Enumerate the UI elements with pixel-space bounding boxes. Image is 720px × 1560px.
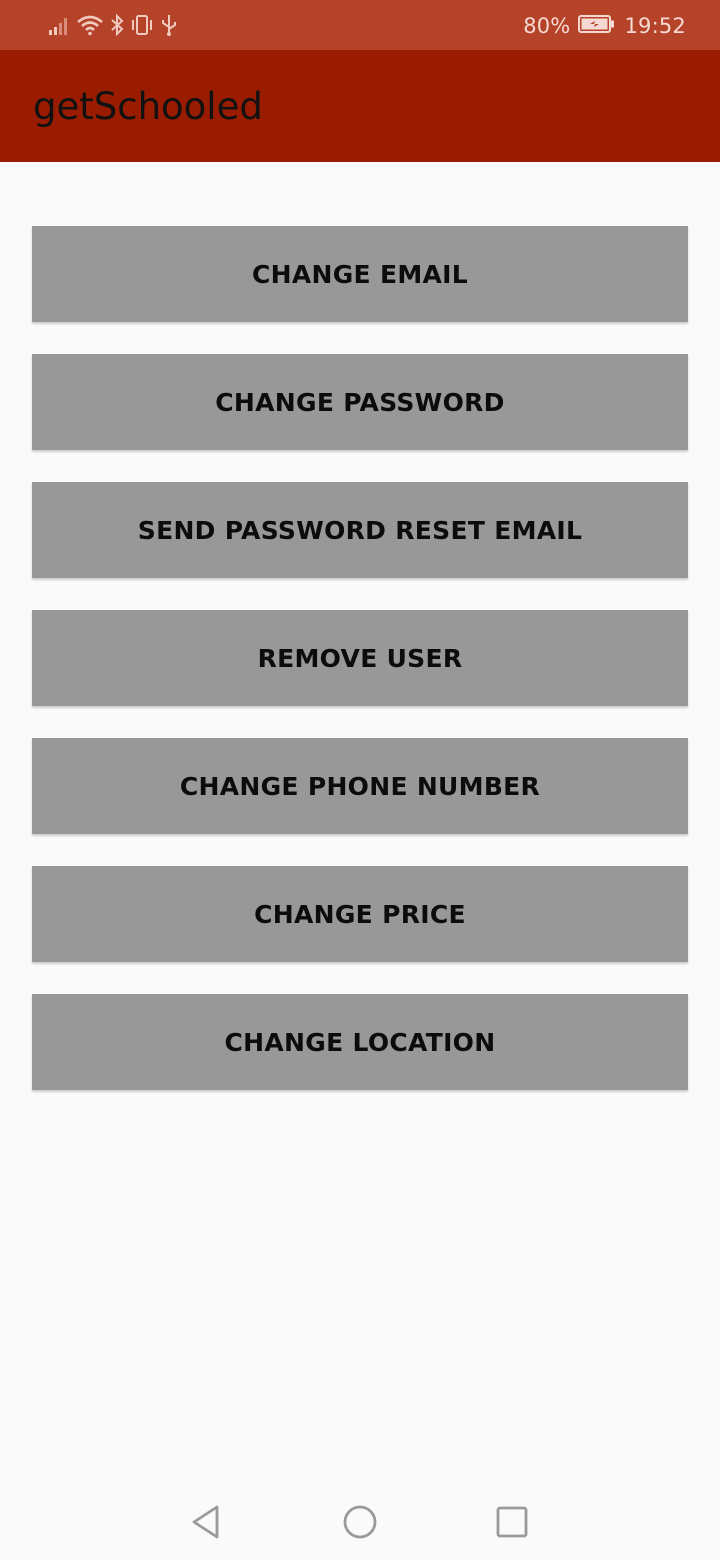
vibrate-icon bbox=[130, 13, 154, 37]
send-password-reset-email-label: SEND PASSWORD RESET EMAIL bbox=[137, 515, 583, 545]
change-password-label: CHANGE PASSWORD bbox=[215, 387, 505, 417]
remove-user-button[interactable]: REMOVE USER bbox=[32, 610, 688, 706]
change-email-label: CHANGE EMAIL bbox=[252, 259, 468, 289]
home-icon[interactable] bbox=[338, 1500, 382, 1544]
status-bar: 80% 19:52 bbox=[0, 0, 720, 50]
wifi-icon bbox=[76, 14, 104, 36]
change-price-button[interactable]: CHANGE PRICE bbox=[32, 866, 688, 962]
change-phone-number-label: CHANGE PHONE NUMBER bbox=[179, 771, 541, 801]
back-icon[interactable] bbox=[184, 1500, 228, 1544]
battery-charging-icon bbox=[578, 14, 616, 39]
app-title: getSchooled bbox=[33, 85, 263, 128]
change-email-button[interactable]: CHANGE EMAIL bbox=[32, 226, 688, 322]
clock: 19:52 bbox=[624, 14, 686, 38]
usb-icon bbox=[160, 13, 178, 37]
navigation-bar bbox=[0, 1480, 720, 1560]
status-right: 80% 19:52 bbox=[523, 12, 686, 40]
change-password-button[interactable]: CHANGE PASSWORD bbox=[32, 354, 688, 450]
recents-icon[interactable] bbox=[490, 1500, 534, 1544]
remove-user-label: REMOVE USER bbox=[257, 643, 463, 673]
battery-percent: 80% bbox=[523, 14, 571, 38]
signal-icon bbox=[48, 14, 70, 36]
change-price-label: CHANGE PRICE bbox=[254, 899, 466, 929]
app-bar: getSchooled bbox=[0, 50, 720, 162]
change-location-label: CHANGE LOCATION bbox=[224, 1027, 496, 1057]
status-icons bbox=[48, 12, 178, 38]
change-location-button[interactable]: CHANGE LOCATION bbox=[32, 994, 688, 1090]
change-phone-number-button[interactable]: CHANGE PHONE NUMBER bbox=[32, 738, 688, 834]
bluetooth-icon bbox=[110, 13, 124, 37]
send-password-reset-email-button[interactable]: SEND PASSWORD RESET EMAIL bbox=[32, 482, 688, 578]
